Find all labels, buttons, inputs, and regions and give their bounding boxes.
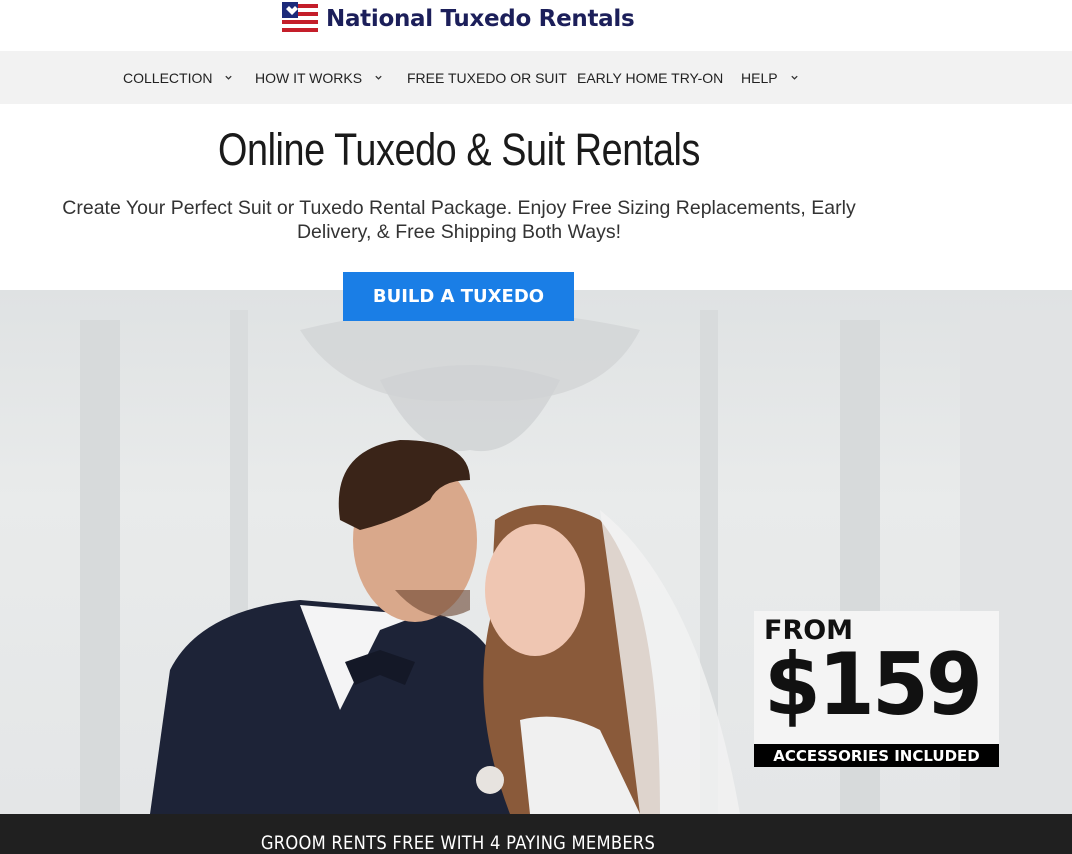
brand-logo[interactable]: National Tuxedo Rentals [282,2,635,36]
nav-label: HOW IT WORKS [255,69,363,86]
price-badge: FROM $159 ACCESSORIES INCLUDED [754,611,999,767]
nav-label: COLLECTION [123,69,213,86]
flag-icon [282,2,318,36]
chevron-down-icon [225,75,233,80]
promo-bar: GROOM RENTS FREE WITH 4 PAYING MEMBERS [0,814,1072,854]
nav-label: HELP [741,69,778,86]
price-note: ACCESSORIES INCLUDED [754,744,999,767]
site-header: National Tuxedo Rentals [0,0,1072,50]
build-tuxedo-button[interactable]: BUILD A TUXEDO [343,272,574,321]
main-nav: COLLECTION HOW IT WORKS FREE TUXEDO OR S… [0,51,1072,104]
nav-item-free-tuxedo[interactable]: FREE TUXEDO OR SUIT [407,51,567,104]
nav-item-how-it-works[interactable]: HOW IT WORKS [255,51,383,104]
page-subtitle: Create Your Perfect Suit or Tuxedo Renta… [62,197,856,243]
nav-item-help[interactable]: HELP [741,51,799,104]
nav-item-home-try-on[interactable]: EARLY HOME TRY-ON [577,51,723,104]
page-title: Online Tuxedo & Suit Rentals [217,124,701,175]
chevron-down-icon [790,75,798,80]
nav-label: FREE TUXEDO OR SUIT [407,69,567,86]
price-amount: $159 [764,635,983,735]
brand-name: National Tuxedo Rentals [326,6,635,32]
nav-item-collection[interactable]: COLLECTION [123,51,233,104]
chevron-down-icon [375,75,382,80]
nav-label: EARLY HOME TRY-ON [577,69,724,86]
promo-text: GROOM RENTS FREE WITH 4 PAYING MEMBERS [260,832,656,854]
